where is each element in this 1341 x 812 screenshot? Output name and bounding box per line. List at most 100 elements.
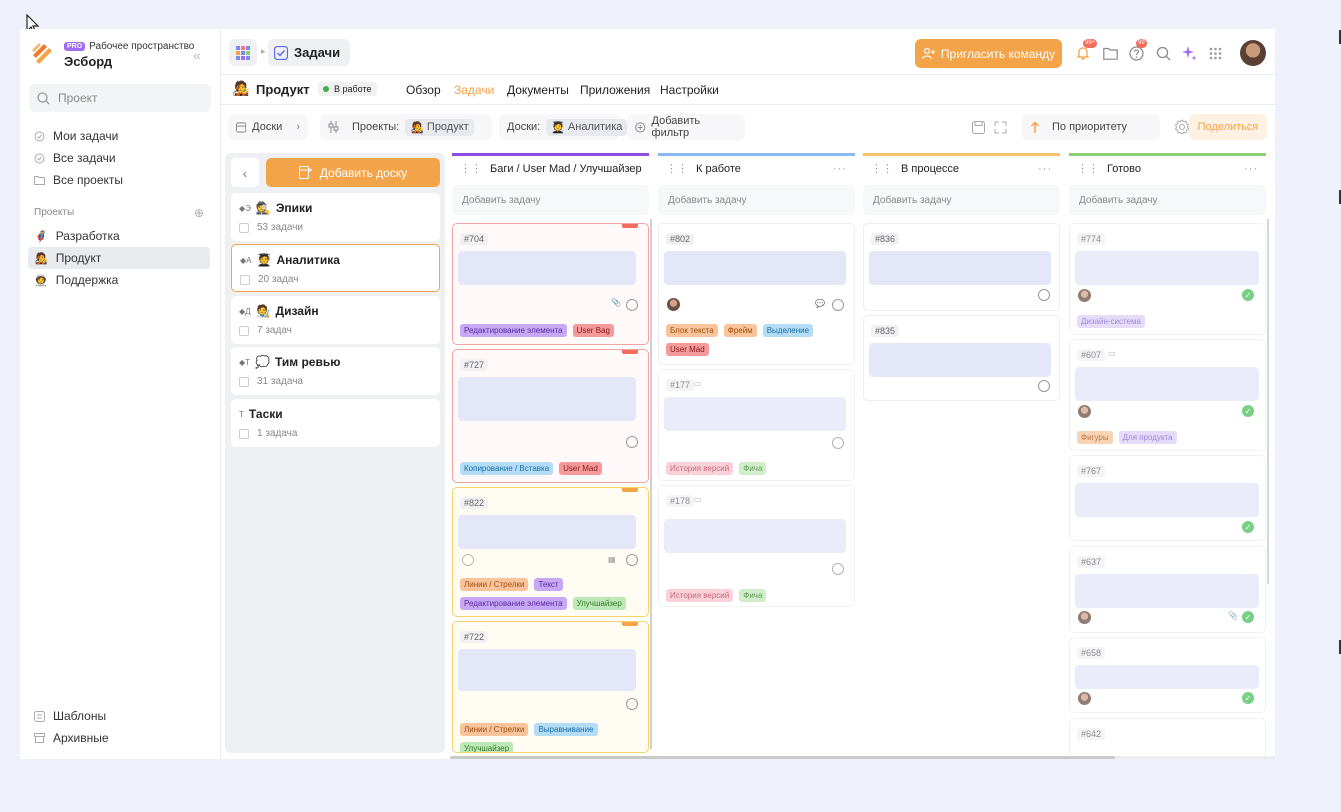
drag-handle-icon[interactable]: ⋮⋮	[460, 162, 482, 175]
add-task-button[interactable]: Добавить задачу	[452, 185, 649, 215]
task-card[interactable]: #835	[863, 315, 1060, 401]
complete-toggle[interactable]	[832, 563, 844, 575]
tab-apps[interactable]: Приложения	[580, 83, 650, 97]
column-more-icon[interactable]: ···	[1038, 163, 1052, 175]
expand-icon[interactable]	[994, 121, 1007, 134]
project-item-development[interactable]: 🦸 Разработка	[28, 225, 210, 247]
board-checkbox[interactable]	[239, 325, 249, 336]
column-more-icon[interactable]: ···	[833, 163, 847, 175]
board-checkbox[interactable]	[240, 274, 250, 285]
sort-select[interactable]: По приоритету	[1022, 114, 1160, 140]
global-search-button[interactable]	[1154, 44, 1172, 62]
add-board-button[interactable]: Добавить доску	[266, 158, 440, 187]
complete-toggle[interactable]	[626, 698, 638, 710]
done-check-icon[interactable]: ✓	[1242, 521, 1254, 533]
drag-handle-icon[interactable]: ⋮⋮	[666, 162, 688, 175]
column-header[interactable]: ⋮⋮ Баги / User Mad / Улучшайзер ···	[452, 153, 649, 181]
board-checkbox[interactable]	[239, 222, 249, 233]
user-avatar[interactable]	[1240, 40, 1266, 66]
done-check-icon[interactable]: ✓	[1242, 289, 1254, 301]
assignee-avatar[interactable]	[1078, 692, 1091, 705]
task-card[interactable]: #722 Линии / Стрелки Выравнивание Улучша…	[452, 621, 649, 753]
task-card[interactable]: #637 📎 ✓	[1069, 546, 1266, 633]
complete-toggle[interactable]	[832, 299, 844, 311]
more-apps-button[interactable]	[1206, 44, 1224, 62]
column-header[interactable]: ⋮⋮ К работе ···	[658, 153, 855, 181]
task-card[interactable]: #727 Копирование / Вставка User Mad	[452, 349, 649, 483]
project-item-support[interactable]: 🧑‍🚀 Поддержка	[28, 269, 210, 291]
nav-my-tasks[interactable]: Мои задачи	[28, 125, 210, 147]
search-input[interactable]	[58, 91, 198, 105]
comment-icon[interactable]: 💬	[815, 299, 825, 308]
ai-button[interactable]	[1180, 44, 1198, 62]
collapse-sidebar-icon[interactable]: «	[193, 47, 201, 63]
board-item-team-review[interactable]: ◆Т 💭 Тим ревью 31 задача	[231, 347, 440, 395]
complete-toggle[interactable]	[626, 554, 638, 566]
save-view-icon[interactable]	[972, 121, 985, 134]
done-check-icon[interactable]: ✓	[1242, 405, 1254, 417]
add-task-button[interactable]: Добавить задачу	[658, 185, 855, 215]
task-card[interactable]: #607 ▭ ✓ Фигуры Для продукта	[1069, 339, 1266, 451]
workspace-switcher[interactable]: PRO Рабочее пространство Эсборд	[30, 39, 215, 69]
project-search[interactable]	[29, 84, 211, 112]
breadcrumb-tasks[interactable]: Задачи	[268, 39, 351, 66]
column-scrollbar[interactable]	[1267, 219, 1269, 584]
column-header[interactable]: ⋮⋮ Готово ···	[1069, 153, 1266, 181]
drag-handle-icon[interactable]: ⋮⋮	[871, 162, 893, 175]
task-card[interactable]: #822 ▦ Линии / Стрелки Текст Редактирова…	[452, 487, 649, 617]
add-filter-button[interactable]: Добавить фильтр	[627, 114, 745, 140]
subtask-icon[interactable]	[462, 554, 474, 566]
tab-tasks[interactable]: Задачи	[454, 83, 494, 97]
board-item-tasks[interactable]: Т Таски 1 задача	[231, 399, 440, 447]
scrollbar-thumb[interactable]	[450, 756, 1115, 759]
complete-toggle[interactable]	[832, 437, 844, 449]
notifications-button[interactable]: 99+	[1074, 39, 1098, 62]
settings-gear-icon[interactable]	[1174, 119, 1190, 135]
boards-filter[interactable]: Доски: 🧑‍🎓 Аналитика	[499, 114, 628, 140]
boards-toggle[interactable]: Доски ›	[228, 114, 308, 140]
project-item-product[interactable]: 🧑‍🎤 Продукт	[28, 247, 210, 269]
invite-team-button[interactable]: Пригласить команду	[915, 39, 1062, 68]
help-button[interactable]: 99	[1127, 39, 1147, 62]
assignee-avatar[interactable]	[1078, 289, 1091, 302]
assignee-avatar[interactable]	[1078, 611, 1091, 624]
column-more-icon[interactable]: ···	[627, 163, 641, 175]
complete-toggle[interactable]	[1038, 289, 1050, 301]
task-card[interactable]: #774 ✓ Дизайн-система	[1069, 223, 1266, 335]
board-checkbox[interactable]	[239, 376, 249, 387]
project-status-badge[interactable]: В работе	[318, 82, 377, 96]
task-card[interactable]: #177 ▭ История версий Фича	[658, 369, 855, 481]
projects-filter-value[interactable]: 🧑‍🎤 Продукт	[405, 118, 474, 136]
done-check-icon[interactable]: ✓	[1242, 692, 1254, 704]
task-card[interactable]: #642	[1069, 718, 1266, 758]
add-task-button[interactable]: Добавить задачу	[1069, 185, 1266, 215]
close-boards-panel-button[interactable]: ‹	[231, 158, 259, 187]
add-project-icon[interactable]: ⊕	[194, 206, 204, 220]
projects-filter[interactable]: Проекты: 🧑‍🎤 Продукт	[320, 114, 492, 140]
task-card[interactable]: #658 ✓	[1069, 637, 1266, 713]
tab-documents[interactable]: Документы	[507, 83, 569, 97]
column-more-icon[interactable]: ···	[1244, 163, 1258, 175]
board-item-design[interactable]: ◆Д 🧑‍🎨 Дизайн 7 задач	[231, 296, 440, 344]
add-task-button[interactable]: Добавить задачу	[863, 185, 1060, 215]
assignee-avatar[interactable]	[667, 298, 680, 311]
files-button[interactable]	[1101, 44, 1119, 62]
tab-settings[interactable]: Настройки	[660, 83, 719, 97]
task-card[interactable]: #836	[863, 223, 1060, 311]
complete-toggle[interactable]	[626, 299, 638, 311]
nav-templates[interactable]: Шаблоны	[28, 705, 210, 727]
nav-all-projects[interactable]: Все проекты	[28, 169, 210, 191]
calendar-icon[interactable]: ▦	[608, 555, 616, 564]
board-horizontal-scrollbar[interactable]	[450, 756, 1275, 759]
board-item-analytics[interactable]: ◆А 🧑‍🎓 Аналитика 20 задач	[231, 244, 440, 292]
complete-toggle[interactable]	[1038, 380, 1050, 392]
nav-archive[interactable]: Архивные	[28, 727, 210, 749]
board-checkbox[interactable]	[239, 428, 249, 439]
task-card[interactable]: #767 ✓	[1069, 455, 1266, 541]
column-scrollbar[interactable]	[650, 219, 652, 749]
column-header[interactable]: ⋮⋮ В процессе ···	[863, 153, 1060, 181]
share-button[interactable]: Поделиться	[1189, 114, 1267, 140]
complete-toggle[interactable]	[626, 436, 638, 448]
boards-filter-value[interactable]: 🧑‍🎓 Аналитика	[546, 118, 628, 136]
apps-menu-button[interactable]	[229, 39, 257, 66]
